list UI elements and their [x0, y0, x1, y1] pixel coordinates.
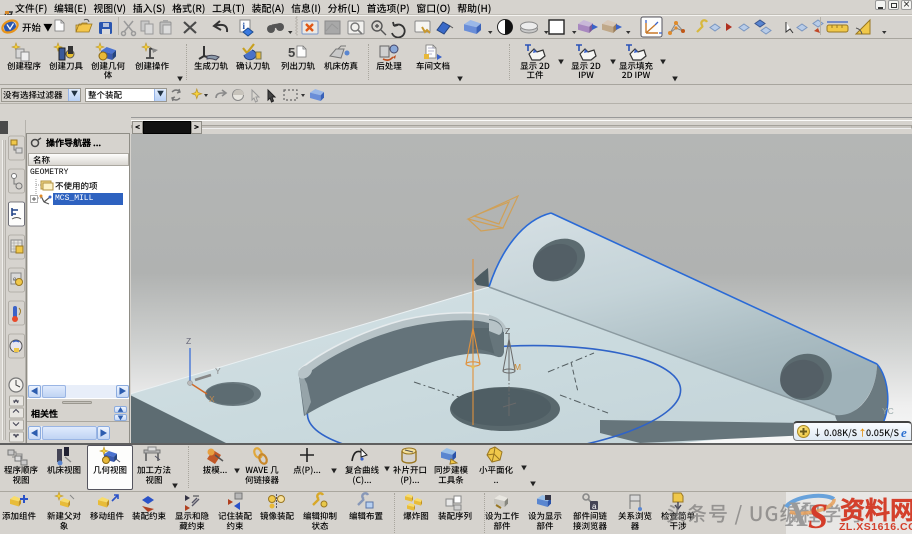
svg-text:X: X — [209, 394, 215, 404]
svg-text:M: M — [514, 362, 521, 372]
svg-text:Z: Z — [505, 326, 510, 336]
svg-text:Z: Z — [186, 336, 191, 346]
svg-text:YC: YC — [882, 406, 894, 416]
svg-text:S: S — [808, 496, 828, 534]
svg-text:Y: Y — [215, 366, 221, 376]
svg-text:5: 5 — [288, 45, 295, 60]
